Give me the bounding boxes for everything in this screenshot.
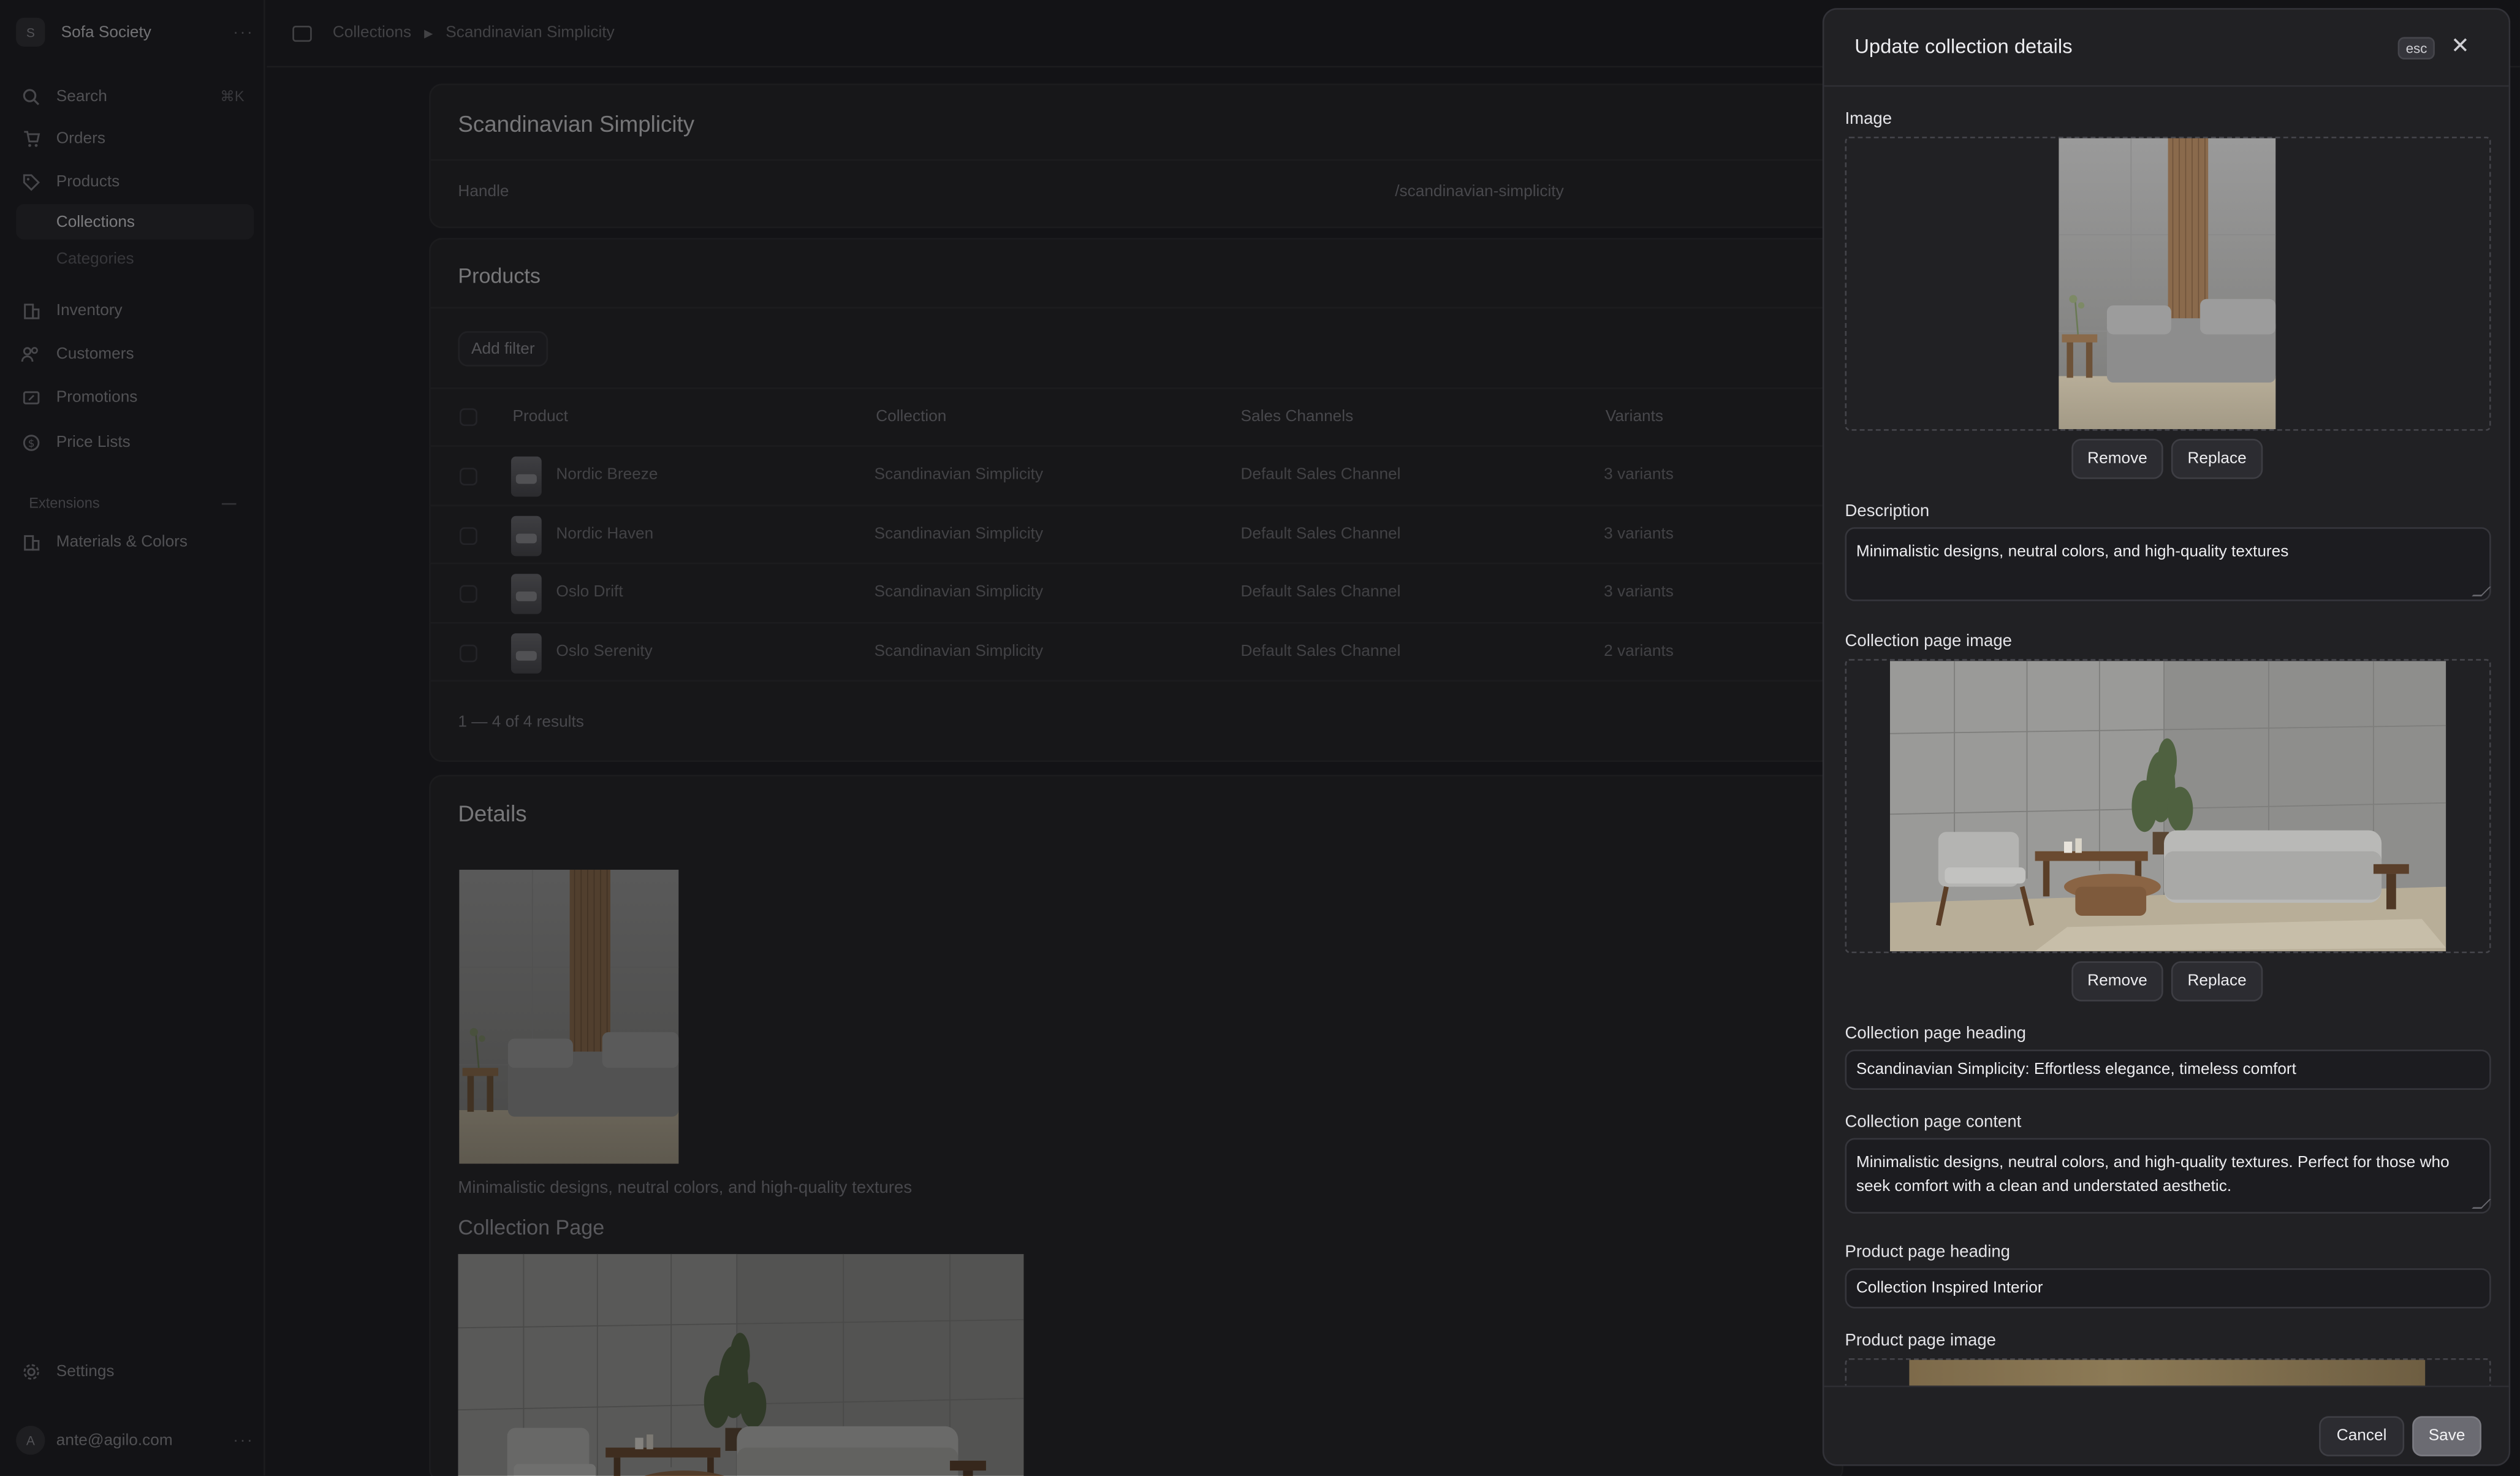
esc-badge: esc — [2397, 37, 2435, 60]
description-label: Description — [1845, 501, 1930, 521]
remove-image-button[interactable]: Remove — [2071, 438, 2163, 479]
collection-page-heading-value: Scandinavian Simplicity: Effortless eleg… — [1856, 1060, 2296, 1079]
image-dropzone[interactable] — [1845, 136, 2491, 431]
product-page-image-label: Product page image — [1845, 1331, 1996, 1350]
collection-page-heading-label: Collection page heading — [1845, 1024, 2026, 1043]
product-page-heading-input[interactable]: Collection Inspired Interior — [1845, 1268, 2491, 1309]
description-value: Minimalistic designs, neutral colors, an… — [1856, 543, 2289, 561]
close-icon[interactable]: ✕ — [2451, 32, 2470, 59]
collection-page-image-preview — [1890, 661, 2446, 952]
collection-page-image-dropzone[interactable] — [1845, 659, 2491, 954]
replace-collection-page-image-button[interactable]: Replace — [2171, 961, 2263, 1002]
image-label: Image — [1845, 109, 1892, 129]
resize-handle-icon[interactable] — [2472, 1199, 2491, 1209]
drawer-header: Update collection details esc ✕ — [1824, 10, 2509, 87]
collection-page-content-value: Minimalistic designs, neutral colors, an… — [1856, 1154, 2450, 1196]
product-page-heading-value: Collection Inspired Interior — [1856, 1279, 2043, 1298]
collection-page-content-label: Collection page content — [1845, 1112, 2022, 1132]
collection-page-heading-input[interactable]: Scandinavian Simplicity: Effortless eleg… — [1845, 1049, 2491, 1090]
replace-image-button[interactable]: Replace — [2171, 438, 2263, 479]
drawer-footer: Cancel Save — [1824, 1385, 2509, 1465]
collection-image-preview — [2059, 138, 2276, 430]
resize-handle-icon[interactable] — [2472, 587, 2491, 596]
collection-page-image-label: Collection page image — [1845, 631, 2012, 652]
product-page-heading-label: Product page heading — [1845, 1242, 2010, 1262]
drawer-title: Update collection details — [1854, 35, 2073, 58]
cancel-button[interactable]: Cancel — [2319, 1416, 2405, 1456]
update-collection-drawer: Update collection details esc ✕ Image Re… — [1822, 8, 2511, 1466]
collection-page-content-textarea[interactable]: Minimalistic designs, neutral colors, an… — [1845, 1138, 2491, 1214]
save-button[interactable]: Save — [2412, 1416, 2481, 1456]
remove-collection-page-image-button[interactable]: Remove — [2071, 961, 2163, 1002]
description-textarea[interactable]: Minimalistic designs, neutral colors, an… — [1845, 527, 2491, 601]
